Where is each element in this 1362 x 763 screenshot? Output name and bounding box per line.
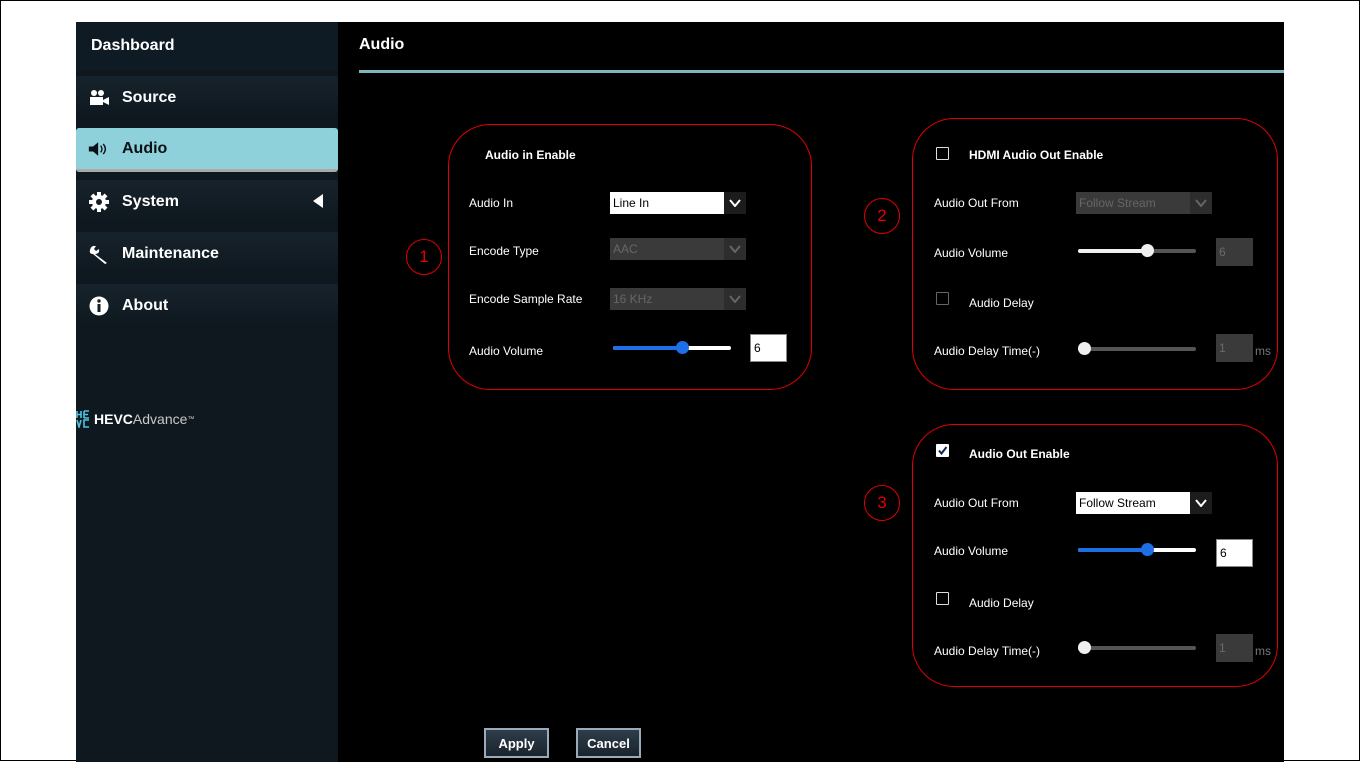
annotation-box-hdmi-out [912, 118, 1278, 390]
sidebar: Dashboard Source Audio System Maintenanc… [76, 22, 338, 762]
sidebar-item-maintenance[interactable]: Maintenance [76, 232, 338, 276]
sidebar-item-label: About [122, 297, 169, 314]
logo-hevc-text: HEVC [94, 411, 133, 427]
annotation-box-audio-in [448, 124, 812, 390]
annotation-box-audio-out [912, 424, 1278, 687]
logo-advance-text: Advance [132, 411, 188, 427]
speaker-icon [88, 138, 110, 160]
hevc-advance-logo: HEVC Advance ™ [76, 410, 194, 428]
annotation-number-2: 2 [864, 198, 900, 234]
sidebar-item-audio[interactable]: Audio [76, 128, 338, 172]
sidebar-item-label: Audio [122, 139, 168, 157]
sidebar-item-about[interactable]: About [76, 284, 338, 328]
expand-arrow-icon[interactable] [312, 193, 324, 214]
video-camera-icon [88, 87, 110, 109]
gear-icon [88, 191, 110, 213]
sidebar-dashboard[interactable]: Dashboard [76, 22, 338, 70]
cancel-button[interactable]: Cancel [576, 728, 641, 758]
sidebar-item-system[interactable]: System [76, 180, 338, 224]
logo-tm: ™ [187, 415, 195, 423]
sidebar-item-label: Maintenance [122, 245, 219, 262]
page-title: Audio [359, 36, 405, 53]
sidebar-item-label: Source [122, 89, 177, 106]
title-divider [359, 70, 1284, 73]
annotation-number-3: 3 [864, 485, 900, 521]
sidebar-item-source[interactable]: Source [76, 76, 338, 120]
apply-button[interactable]: Apply [484, 728, 549, 758]
hevc-logo-mark [76, 410, 89, 428]
sidebar-item-label: System [122, 193, 179, 210]
wrench-icon [88, 243, 110, 265]
annotation-number-1: 1 [406, 239, 442, 275]
info-icon [88, 295, 110, 317]
